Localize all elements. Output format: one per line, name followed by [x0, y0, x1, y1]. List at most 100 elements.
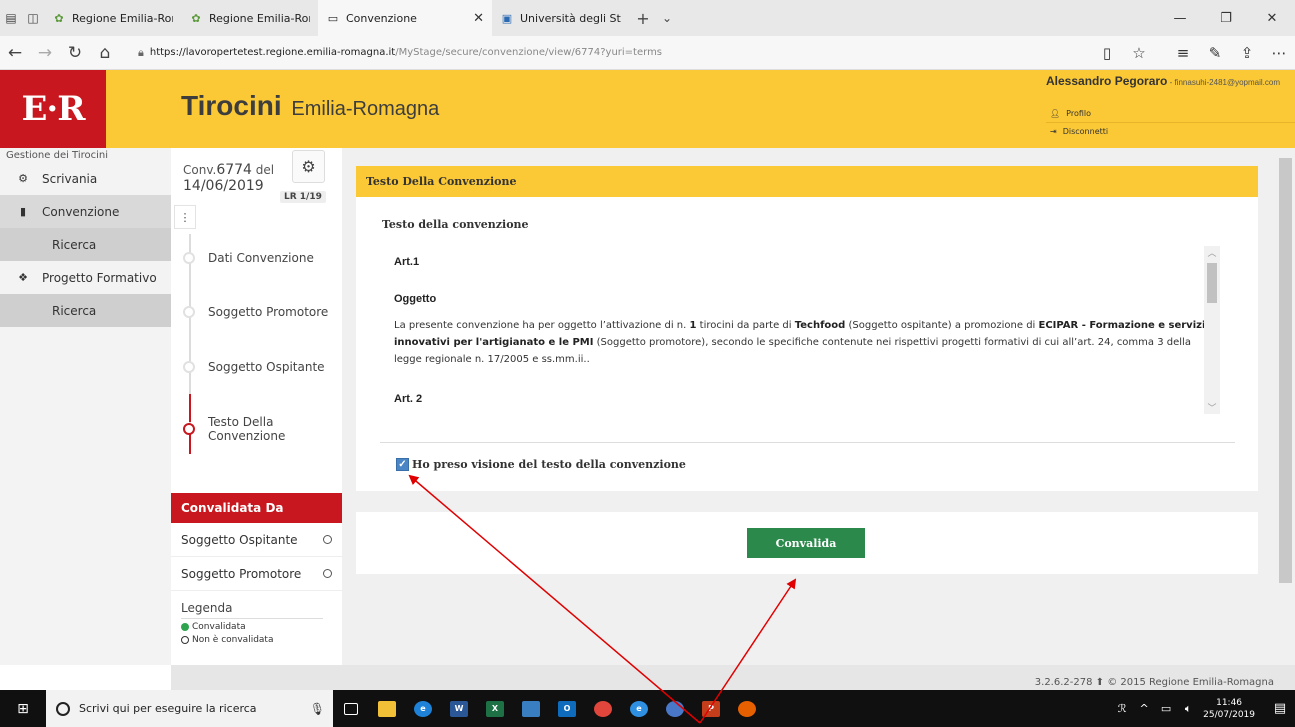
edge-icon[interactable]: e — [405, 690, 441, 727]
legend-label: Convalidata — [192, 622, 246, 632]
volume-icon[interactable]: 🔈︎ — [1177, 702, 1199, 716]
profile-link[interactable]: 👤︎ Profilo — [1046, 104, 1295, 122]
divider — [380, 442, 1235, 443]
firefox-icon[interactable] — [729, 690, 765, 727]
excel-icon[interactable]: X — [477, 690, 513, 727]
url-field[interactable]: 🔒︎ https://lavoropertetest.regione.emili… — [132, 40, 1022, 66]
convention-date: 14/06/2019 — [183, 178, 264, 194]
browser-tab-2[interactable]: ✿ Regione Emilia-Romagna - — [181, 0, 318, 36]
browser-tab-1[interactable]: ✿ Regione Emilia-Romagna - I — [44, 0, 181, 36]
windows-start-icon[interactable]: ⊞ — [0, 690, 46, 727]
scroll-thumb[interactable] — [1207, 263, 1217, 303]
word-icon[interactable]: W — [441, 690, 477, 727]
new-tab-icon[interactable]: + — [629, 0, 657, 36]
pen-icon[interactable]: ✎ — [1199, 44, 1231, 62]
remote-desktop-icon[interactable] — [513, 690, 549, 727]
more-options-icon[interactable]: ⋯ — [1263, 44, 1295, 62]
para-text: (Soggetto ospitante) a promozione di — [845, 320, 1039, 331]
page-favicon-icon: ▭ — [327, 11, 339, 25]
browser-tab-3[interactable]: ▭ Convenzione ✕ — [318, 0, 492, 36]
reading-view-icon[interactable]: ▯ — [1091, 44, 1123, 62]
notifications-icon[interactable]: ▤ — [1265, 701, 1295, 716]
scroll-up-icon[interactable]: ︿ — [1204, 246, 1220, 259]
validated-row: Soggetto Promotore — [171, 557, 342, 591]
page-scrollbar[interactable] — [1276, 148, 1295, 665]
sidebar-item-label: Convenzione — [42, 204, 120, 219]
powerpoint-icon[interactable]: P — [693, 690, 729, 727]
browser-tabbar: ▤ ◫ ✿ Regione Emilia-Romagna - I ✿ Regio… — [0, 0, 1295, 36]
tab-preview-icon[interactable]: ◫ — [22, 0, 44, 36]
step-dot — [183, 361, 195, 373]
para-host: Techfood — [794, 320, 846, 331]
internet-explorer-icon[interactable]: e — [621, 690, 657, 727]
back-icon[interactable]: ← — [0, 43, 30, 63]
browser-tab-4[interactable]: ▣ Università degli Studi di Par — [492, 0, 629, 36]
legend-item: Non è convalidata — [181, 635, 332, 645]
convalida-button[interactable]: Convalida — [747, 528, 865, 558]
microphone-icon[interactable]: 🎙︎ — [310, 702, 325, 716]
acknowledge-checkbox[interactable]: ✓ — [396, 458, 409, 471]
user-links: 👤︎ Profilo ⇥ Disconnetti — [1046, 104, 1295, 140]
scroll-down-icon[interactable]: ﹀ — [1204, 401, 1220, 414]
toolbar-right: ▯ ☆ ≡ ✎ ⇪ ⋯ — [1091, 44, 1295, 62]
er-logo[interactable]: E·R — [0, 70, 106, 148]
convention-text-area[interactable]: Art.1 Oggetto La presente convenzione ha… — [382, 246, 1220, 414]
sidebar-item-scrivania[interactable]: ⚙ Scrivania — [0, 162, 171, 195]
people-icon[interactable]: ℛ — [1111, 702, 1133, 715]
chrome-icon[interactable] — [585, 690, 621, 727]
action-card: Convalida — [356, 512, 1258, 574]
step-soggetto-promotore[interactable]: Soggetto Promotore — [183, 305, 328, 319]
task-view-icon[interactable] — [333, 690, 369, 727]
tab-title: Università degli Studi di Par — [520, 11, 621, 25]
not-validated-dot-icon — [181, 636, 189, 644]
sidebar-item-convenzione[interactable]: ▮ Convenzione — [0, 195, 171, 228]
sidebar-item-progetto-formativo[interactable]: ❖ Progetto Formativo — [0, 261, 171, 294]
step-soggetto-ospitante[interactable]: Soggetto Ospitante — [183, 360, 325, 374]
home-icon[interactable]: ⌂ — [90, 43, 120, 63]
network-icon[interactable]: ▭ — [1155, 702, 1177, 715]
favorites-hub-icon[interactable]: ≡ — [1167, 44, 1199, 62]
user-box: Alessandro Pegoraro - finnasuhi-2481@yop… — [1046, 74, 1280, 88]
validated-row: Soggetto Ospitante — [171, 523, 342, 557]
site-title-bold: Tirocini — [181, 90, 282, 121]
legend-item: Convalidata — [181, 622, 332, 632]
site-header: E·R Tirocini Emilia-Romagna Alessandro P… — [0, 70, 1295, 148]
gear-icon[interactable]: ⚙ — [292, 150, 325, 183]
sidebar-item-ricerca-convenzione[interactable]: Ricerca — [0, 228, 171, 261]
taskbar-search[interactable]: Scrivi qui per eseguire la ricerca 🎙︎ — [46, 690, 333, 727]
sidebar-item-ricerca-progetto[interactable]: Ricerca — [0, 294, 171, 327]
system-tray: ℛ ^ ▭ 🔈︎ 11:46 25/07/2019 ▤ — [1111, 697, 1295, 721]
system-clock[interactable]: 11:46 25/07/2019 — [1203, 697, 1255, 721]
convention-number: Conv.6774 del — [183, 162, 274, 178]
sign-out-icon: ⇥ — [1050, 127, 1057, 136]
para-text: La presente convenzione ha per oggetto l… — [394, 320, 690, 331]
vertical-dots-icon[interactable]: ⋮ — [174, 205, 196, 229]
logout-link[interactable]: ⇥ Disconnetti — [1046, 122, 1295, 140]
file-explorer-icon[interactable] — [369, 690, 405, 727]
cortana-icon — [56, 701, 70, 716]
para-text: tirocini da parte di — [696, 320, 795, 331]
text-scrollbar[interactable]: ︿ ﹀ — [1204, 246, 1220, 414]
favorite-star-icon[interactable]: ☆ — [1123, 44, 1155, 62]
tab-actions-icon[interactable]: ▤ — [0, 0, 22, 36]
acknowledge-checkbox-row[interactable]: ✓ Ho preso visione del testo della conve… — [396, 458, 686, 471]
chevron-down-icon[interactable]: ⌄ — [657, 0, 677, 36]
article-paragraph: La presente convenzione ha per oggetto l… — [394, 317, 1216, 368]
close-tab-icon[interactable]: ✕ — [473, 11, 484, 26]
refresh-icon[interactable]: ↻ — [60, 43, 90, 63]
restore-icon[interactable]: ❐ — [1203, 0, 1249, 36]
step-dati-convenzione[interactable]: Dati Convenzione — [183, 251, 314, 265]
page-scroll-thumb[interactable] — [1279, 158, 1292, 583]
article-subject: Oggetto — [394, 293, 437, 305]
url-path: /MyStage/secure/convenzione/view/6774?yu… — [395, 47, 663, 58]
chevron-up-icon[interactable]: ^ — [1133, 702, 1155, 715]
outlook-icon[interactable]: O — [549, 690, 585, 727]
minimize-icon[interactable]: — — [1157, 0, 1203, 36]
forward-icon[interactable]: → — [30, 43, 60, 63]
share-icon[interactable]: ⇪ — [1231, 44, 1263, 62]
close-window-icon[interactable]: ✕ — [1249, 0, 1295, 36]
step-testo-convenzione[interactable]: Testo Della Convenzione — [183, 415, 343, 443]
step-dot — [183, 306, 195, 318]
settings-app-icon[interactable] — [657, 690, 693, 727]
sidebar-item-label: Ricerca — [52, 303, 97, 318]
